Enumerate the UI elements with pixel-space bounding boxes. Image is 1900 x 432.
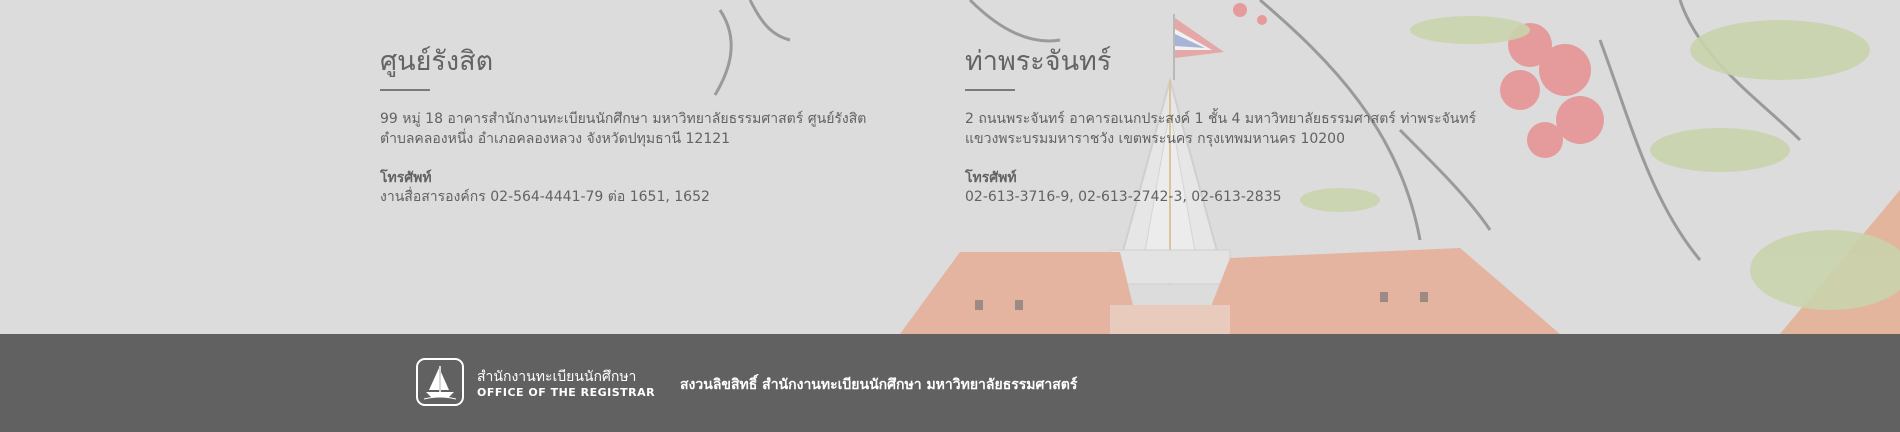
phone-label: โทรศัพท์ xyxy=(965,170,1017,186)
org-name-th: สำนักงานทะเบียนนักศึกษา xyxy=(477,369,637,385)
phone-label: โทรศัพท์ xyxy=(380,170,432,186)
title-underline xyxy=(965,89,1015,91)
org-name[interactable]: สำนักงานทะเบียนนักศึกษา OFFICE OF THE RE… xyxy=(477,368,655,400)
phone-number: 02-613-3716-9, 02-613-2742-3, 02-613-283… xyxy=(965,189,1282,205)
campus-background-image xyxy=(0,0,1900,334)
campus-rangsit: ศูนย์รังสิต 99 หมู่ 18 อาคารสำนักงานทะเบ… xyxy=(380,44,866,207)
address-line-2: แขวงพระบรมมหาราชวัง เขตพระนคร กรุงเทพมหา… xyxy=(965,131,1345,147)
address-line-1: 99 หมู่ 18 อาคารสำนักงานทะเบียนนักศึกษา … xyxy=(380,111,867,127)
phone-number: งานสื่อสารองค์กร 02-564-4441-79 ต่อ 1651… xyxy=(380,189,710,205)
site-footer: สำนักงานทะเบียนนักศึกษา OFFICE OF THE RE… xyxy=(0,334,1900,432)
registrar-ship-logo-icon[interactable] xyxy=(416,358,464,406)
campus-tha-prachan: ท่าพระจันทร์ 2 ถนนพระจันทร์ อาคารอเนกประ… xyxy=(965,44,1476,207)
contact-section: ศูนย์รังสิต 99 หมู่ 18 อาคารสำนักงานทะเบ… xyxy=(0,0,1900,334)
campus-title: ศูนย์รังสิต xyxy=(380,46,494,77)
org-name-en: OFFICE OF THE REGISTRAR xyxy=(477,386,656,399)
copyright-text: สงวนลิขสิทธิ์ สำนักงานทะเบียนนักศึกษา มห… xyxy=(680,377,1078,393)
campus-title: ท่าพระจันทร์ xyxy=(965,46,1112,77)
address-line-1: 2 ถนนพระจันทร์ อาคารอเนกประสงค์ 1 ชั้น 4… xyxy=(965,111,1477,127)
address-line-2: ตำบลคลองหนึ่ง อำเภอคลองหลวง จังหวัดปทุมธ… xyxy=(380,131,731,147)
title-underline xyxy=(380,89,430,91)
